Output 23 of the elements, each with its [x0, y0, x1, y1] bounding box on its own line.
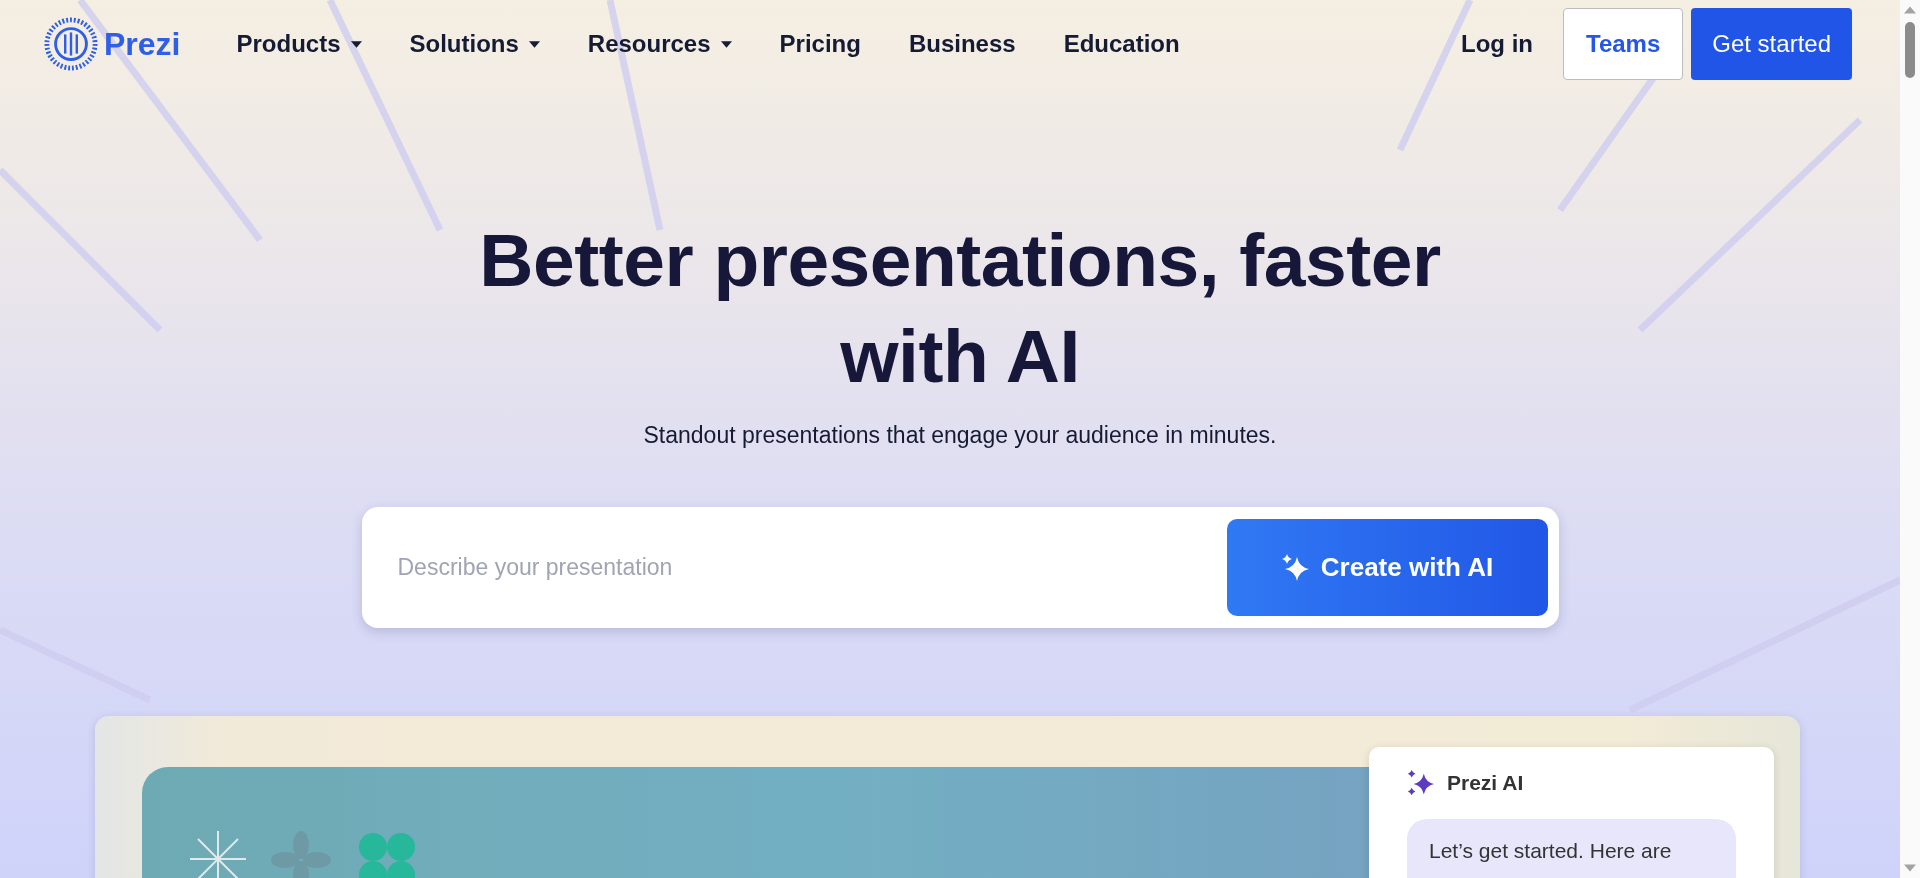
logo-icon	[44, 17, 98, 71]
chat-title: Prezi AI	[1447, 771, 1524, 795]
login-link[interactable]: Log in	[1461, 30, 1533, 58]
sparkle-icon	[1407, 769, 1435, 797]
create-with-ai-button[interactable]: Create with AI	[1226, 519, 1548, 616]
subtitle: Standout presentations that engage your audience in minutes.	[643, 422, 1277, 449]
nav-link[interactable]: Pricing	[779, 30, 861, 58]
prezi-logo[interactable]: Prezi	[44, 17, 181, 71]
chat-message: Let’s get started. Here are	[1407, 819, 1736, 878]
get-started-button[interactable]: Get started	[1691, 8, 1852, 80]
scrollbar[interactable]	[1900, 0, 1920, 878]
scrollbar-thumb[interactable]	[1905, 22, 1915, 78]
teams-button[interactable]: Teams	[1563, 8, 1684, 80]
scroll-down-icon[interactable]	[1904, 864, 1916, 872]
prompt-input-field[interactable]: Describe your presentation	[395, 553, 1227, 582]
nav-link[interactable]: Solutions	[409, 30, 540, 58]
scroll-up-icon[interactable]	[1904, 6, 1916, 14]
headline: Better presentations, faster with AI	[478, 217, 1442, 400]
nav-link[interactable]: Education	[1063, 30, 1180, 58]
sparkle-icon	[1280, 552, 1311, 583]
nav-link[interactable]: Products	[236, 30, 362, 58]
nav-link[interactable]: Resources	[587, 30, 732, 58]
nav-link[interactable]: Business	[908, 30, 1016, 58]
